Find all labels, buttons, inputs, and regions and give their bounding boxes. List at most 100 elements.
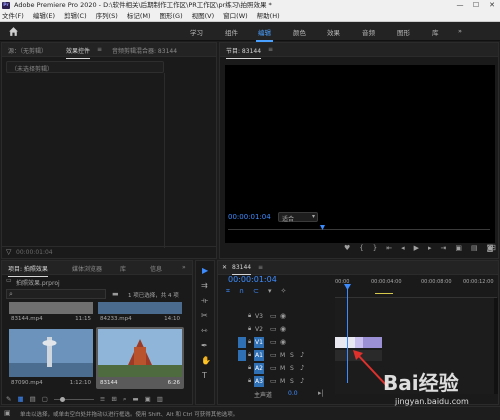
menu-help[interactable]: 帮助(H): [257, 11, 280, 21]
solo-button[interactable]: S: [290, 352, 294, 359]
menu-view[interactable]: 视图(V): [192, 11, 215, 21]
program-playhead[interactable]: [320, 225, 325, 230]
settings-wrench-icon[interactable]: ✧: [280, 287, 286, 295]
insert-icon[interactable]: ▣: [455, 244, 462, 254]
minimize-button[interactable]: —: [452, 0, 468, 11]
new-bin-icon[interactable]: ▬: [112, 290, 119, 298]
list-view-icon[interactable]: ▦: [17, 395, 23, 404]
timeline-timecode[interactable]: 00:00:01:04: [228, 275, 277, 284]
mute-button[interactable]: M: [280, 378, 285, 385]
new-item-icon[interactable]: ▣: [145, 395, 151, 404]
linked-selection-icon[interactable]: ⊂: [253, 287, 259, 295]
add-marker-icon[interactable]: ▾: [268, 287, 272, 295]
tab-libraries[interactable]: 库: [120, 264, 126, 273]
microphone-icon[interactable]: ♪: [300, 377, 304, 385]
lock-icon[interactable]: 🔒︎: [248, 364, 251, 372]
workspace-more-button[interactable]: »: [458, 27, 462, 35]
mute-button[interactable]: M: [280, 352, 285, 359]
track-label[interactable]: A1: [254, 350, 264, 361]
track-label[interactable]: A3: [254, 376, 264, 387]
slip-tool-icon[interactable]: ⇿: [201, 326, 208, 335]
overwrite-icon[interactable]: ▤: [471, 244, 478, 254]
tab-project[interactable]: 项目: 拍照效果: [8, 264, 48, 277]
project-item-84233-mp4[interactable]: 84233.mp4 14:10: [98, 302, 182, 324]
zoom-slider[interactable]: [53, 397, 94, 402]
sync-lock-icon[interactable]: ▭: [270, 351, 277, 359]
eye-icon[interactable]: ◉: [280, 338, 286, 346]
project-item-83144-mp4[interactable]: 83144.mp4 11:15: [9, 302, 93, 324]
project-item-83144-sequence[interactable]: 83144 6:26: [96, 327, 184, 389]
sync-lock-icon[interactable]: ▭: [270, 338, 277, 346]
workspace-tab-learn[interactable]: 学习: [190, 27, 203, 37]
solo-button[interactable]: S: [290, 378, 294, 385]
track-select-tool-icon[interactable]: ⇉: [201, 281, 208, 290]
eye-icon[interactable]: ◉: [280, 312, 286, 320]
menu-edit[interactable]: 编辑(E): [33, 11, 55, 21]
timeline-menu-icon[interactable]: ≡: [258, 264, 263, 271]
maximize-button[interactable]: ☐: [468, 0, 484, 11]
program-menu-icon[interactable]: ≡: [268, 46, 273, 53]
tab-media-browser[interactable]: 媒体浏览器: [72, 264, 102, 273]
sync-lock-icon[interactable]: ▭: [270, 312, 277, 320]
project-more-button[interactable]: »: [182, 264, 186, 271]
step-forward-icon[interactable]: ▸: [428, 244, 432, 254]
workspace-tab-libraries[interactable]: 库: [432, 27, 439, 37]
menu-markers[interactable]: 标记(M): [127, 11, 151, 21]
track-label[interactable]: V1: [254, 337, 264, 348]
sync-lock-icon[interactable]: ▭: [270, 377, 277, 385]
lock-icon[interactable]: 🔒︎: [248, 338, 251, 346]
ripple-edit-tool-icon[interactable]: ⟛: [201, 296, 208, 306]
microphone-icon[interactable]: ♪: [300, 351, 304, 359]
close-button[interactable]: ✕: [484, 0, 500, 11]
go-to-in-icon[interactable]: ⇤: [386, 244, 392, 254]
panel-menu-icon[interactable]: ≡: [97, 46, 102, 53]
lock-icon[interactable]: 🔒︎: [248, 312, 251, 320]
selection-tool-icon[interactable]: ▶: [202, 266, 208, 275]
program-monitor-title[interactable]: 节目: 83144: [226, 46, 262, 59]
workspace-tab-effects[interactable]: 效果: [327, 27, 340, 37]
delete-icon[interactable]: ▥: [157, 395, 163, 404]
tab-source[interactable]: 源：（无剪辑）: [8, 46, 47, 55]
menu-clip[interactable]: 剪辑(C): [64, 11, 87, 21]
lock-icon[interactable]: ✎: [6, 395, 11, 404]
filter-icon[interactable]: ▽: [6, 248, 11, 256]
step-back-icon[interactable]: ◂: [401, 244, 405, 254]
solo-button[interactable]: S: [290, 365, 294, 372]
out-point-icon[interactable]: }: [373, 244, 377, 254]
menu-sequence[interactable]: 序列(S): [96, 11, 118, 21]
tab-info[interactable]: 信息: [150, 264, 162, 273]
track-label[interactable]: A2: [254, 363, 264, 374]
mute-button[interactable]: M: [280, 365, 285, 372]
microphone-icon[interactable]: ♪: [300, 364, 304, 372]
workspace-tab-editing[interactable]: 编辑: [256, 27, 273, 42]
lock-icon[interactable]: 🔒︎: [248, 351, 251, 359]
home-icon[interactable]: [8, 26, 19, 37]
find-icon[interactable]: ⌕: [123, 395, 127, 404]
go-to-out-icon[interactable]: ⇥: [441, 244, 447, 254]
timeline-playhead[interactable]: [347, 287, 348, 383]
workspace-tab-graphics[interactable]: 图形: [397, 27, 410, 37]
freeform-view-icon[interactable]: ▢: [42, 395, 48, 404]
type-tool-icon[interactable]: T: [202, 371, 207, 380]
lock-icon[interactable]: 🔒︎: [248, 325, 251, 333]
track-label[interactable]: V2: [254, 326, 264, 333]
eye-icon[interactable]: ◉: [280, 325, 286, 333]
program-timecode[interactable]: 00:00:01:04: [228, 213, 271, 221]
menu-file[interactable]: 文件(F): [2, 11, 24, 21]
track-label[interactable]: V3: [254, 313, 264, 320]
close-icon[interactable]: ✕: [222, 264, 227, 271]
timeline-ruler[interactable]: 00:00 00:00:04:00 00:00:08:00 00:00:12:0…: [335, 276, 497, 298]
in-point-icon[interactable]: {: [359, 244, 363, 254]
menu-window[interactable]: 窗口(W): [223, 11, 248, 21]
fit-dropdown[interactable]: 适合 ▾: [278, 212, 318, 223]
master-volume[interactable]: 0.0: [288, 390, 298, 397]
tab-effect-controls[interactable]: 效果控件: [66, 46, 91, 59]
automate-icon[interactable]: ⊞: [111, 395, 116, 404]
sync-lock-icon[interactable]: ▭: [270, 364, 277, 372]
menu-graphics[interactable]: 图形(G): [160, 11, 183, 21]
sync-lock-icon[interactable]: ▭: [270, 325, 277, 333]
lock-icon[interactable]: 🔒︎: [248, 377, 251, 385]
snap-icon[interactable]: ∩: [239, 287, 244, 295]
workspace-tab-color[interactable]: 颜色: [293, 27, 306, 37]
sort-icon[interactable]: ≡: [100, 395, 105, 404]
